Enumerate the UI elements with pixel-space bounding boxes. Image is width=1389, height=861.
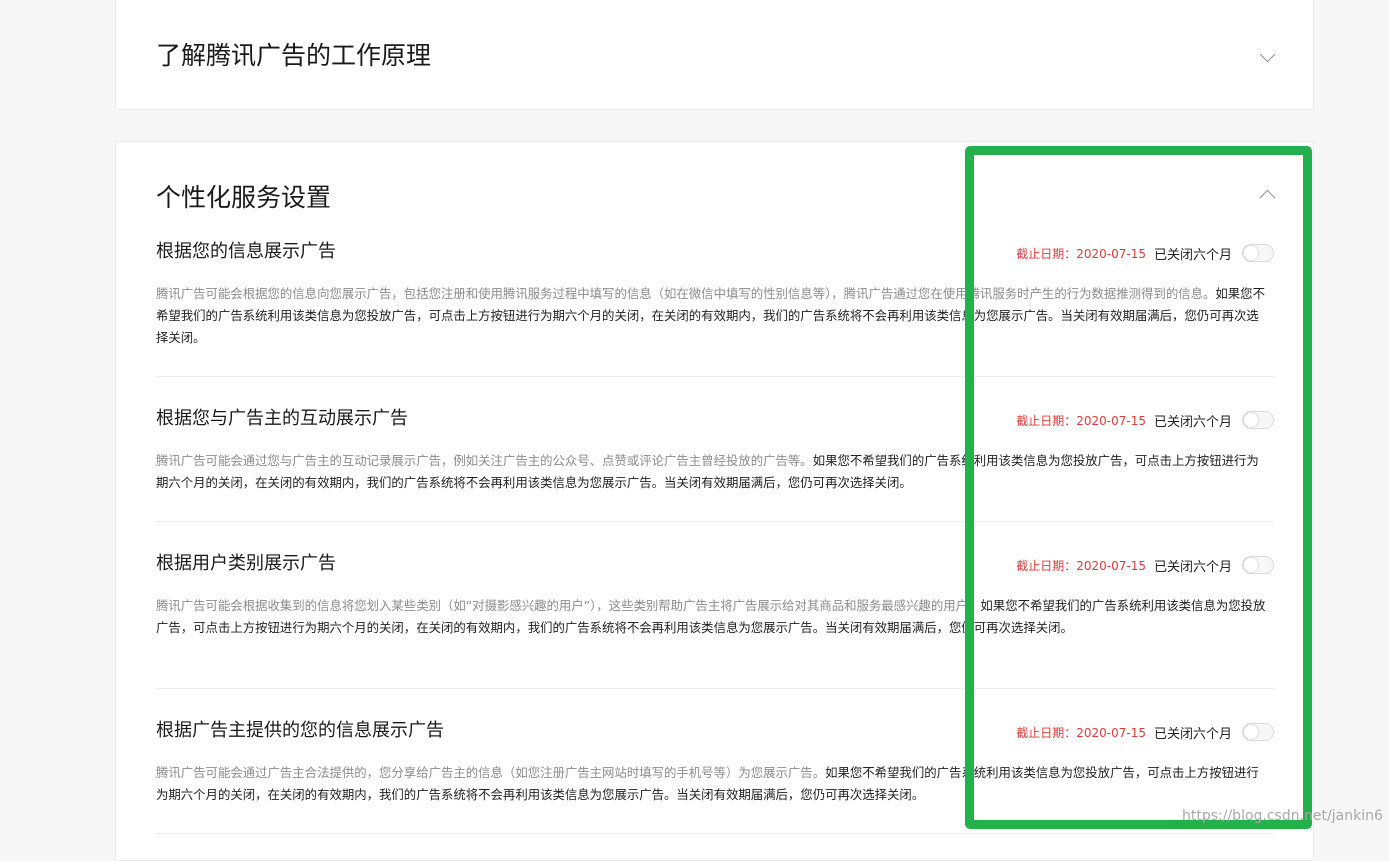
deadline-date: 截止日期：2020-07-15 (1016, 413, 1146, 428)
toggle-knob (1244, 725, 1258, 739)
personalization-settings-title[interactable]: 个性化服务设置 (156, 185, 331, 210)
deadline-date: 截止日期：2020-07-15 (1016, 725, 1146, 740)
status-label: 已关闭六个月 (1153, 726, 1232, 742)
section-title: 根据用户类别展示广告 (156, 553, 336, 574)
deadline-date: 截止日期：2020-07-15 (1016, 558, 1146, 573)
status-label: 已关闭六个月 (1153, 247, 1232, 263)
description-text: 腾讯广告可能会通过您与广告主的互动记录展示广告，例如关注广告主的公众号、点赞或评… (156, 453, 813, 468)
status-label: 已关闭六个月 (1153, 559, 1232, 575)
toggle-knob (1244, 558, 1258, 572)
section-controls: 截止日期：2020-07-15 已关闭六个月 (1016, 243, 1274, 263)
chevron-up-icon[interactable] (1259, 189, 1276, 206)
section-divider (156, 688, 1274, 689)
description-text: 腾讯广告可能会通过广告主合法提供的，您分享给广告主的信息（如您注册广告主网站时填… (156, 765, 826, 780)
setting-section-user-info: 根据您的信息展示广告 截止日期：2020-07-15 已关闭六个月 腾讯广告可能… (156, 243, 1274, 353)
how-it-works-panel[interactable]: 了解腾讯广告的工作原理 (115, 0, 1314, 110)
chevron-down-icon[interactable] (1259, 46, 1276, 63)
section-description: 腾讯广告可能会通过您与广告主的互动记录展示广告，例如关注广告主的公众号、点赞或评… (156, 450, 1268, 494)
section-controls: 截止日期：2020-07-15 已关闭六个月 (1016, 555, 1274, 575)
watermark-text: https://blog.csdn.net/jankin6 (1182, 808, 1383, 824)
section-divider (156, 521, 1274, 522)
section-controls: 截止日期：2020-07-15 已关闭六个月 (1016, 722, 1274, 742)
section-description: 腾讯广告可能会根据您的信息向您展示广告，包括您注册和使用腾讯服务过程中填写的信息… (156, 283, 1268, 349)
section-description: 腾讯广告可能会通过广告主合法提供的，您分享给广告主的信息（如您注册广告主网站时填… (156, 762, 1268, 806)
how-it-works-title[interactable]: 了解腾讯广告的工作原理 (156, 43, 431, 68)
description-text: 腾讯广告可能会根据您的信息向您展示广告，包括您注册和使用腾讯服务过程中填写的信息… (156, 286, 1216, 301)
toggle-switch[interactable] (1242, 244, 1274, 262)
personalization-settings-panel: 个性化服务设置 根据您的信息展示广告 截止日期：2020-07-15 已关闭六个… (115, 141, 1314, 861)
toggle-switch[interactable] (1242, 556, 1274, 574)
setting-section-user-category: 根据用户类别展示广告 截止日期：2020-07-15 已关闭六个月 腾讯广告可能… (156, 555, 1274, 665)
section-divider (156, 833, 1274, 834)
status-label: 已关闭六个月 (1153, 414, 1232, 430)
toggle-switch[interactable] (1242, 411, 1274, 429)
section-title: 根据您的信息展示广告 (156, 241, 336, 262)
setting-section-advertiser-provided-info: 根据广告主提供的您的信息展示广告 截止日期：2020-07-15 已关闭六个月 … (156, 722, 1274, 812)
setting-section-advertiser-interaction: 根据您与广告主的互动展示广告 截止日期：2020-07-15 已关闭六个月 腾讯… (156, 410, 1274, 500)
section-controls: 截止日期：2020-07-15 已关闭六个月 (1016, 410, 1274, 430)
description-text: 腾讯广告可能会根据收集到的信息将您划入某些类别（如“对摄影感兴趣的用户”），这些… (156, 598, 981, 613)
section-divider (156, 376, 1274, 377)
deadline-date: 截止日期：2020-07-15 (1016, 246, 1146, 261)
toggle-knob (1244, 413, 1258, 427)
section-title: 根据您与广告主的互动展示广告 (156, 408, 408, 429)
section-description: 腾讯广告可能会根据收集到的信息将您划入某些类别（如“对摄影感兴趣的用户”），这些… (156, 595, 1268, 639)
section-title: 根据广告主提供的您的信息展示广告 (156, 720, 444, 741)
toggle-knob (1244, 246, 1258, 260)
toggle-switch[interactable] (1242, 723, 1274, 741)
